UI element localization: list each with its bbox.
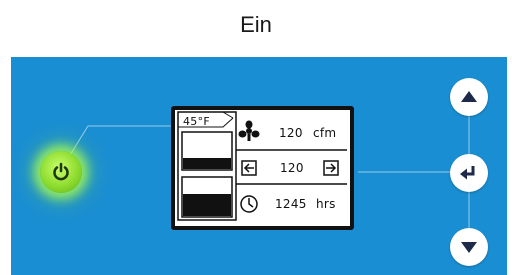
- airflow-value: 120: [279, 126, 303, 140]
- hours-value: 1245: [275, 197, 307, 211]
- arrow-up-icon: [461, 91, 477, 102]
- down-button[interactable]: [450, 228, 488, 266]
- power-button[interactable]: [40, 151, 82, 193]
- airflow-unit: cfm: [313, 126, 337, 140]
- clock-icon: [240, 195, 258, 213]
- fan-icon: [238, 120, 260, 141]
- hours-unit: hrs: [316, 197, 336, 211]
- enter-button[interactable]: [450, 154, 488, 192]
- power-icon: [53, 162, 69, 181]
- setting-value: 120: [280, 161, 304, 175]
- temperature-readout: 45°F: [183, 115, 211, 128]
- arrow-down-icon: [461, 242, 477, 253]
- page-title: Ein: [240, 12, 272, 37]
- enter-icon: [460, 166, 475, 180]
- up-button[interactable]: [450, 78, 488, 116]
- increase-arrow-icon: [323, 160, 339, 176]
- decrease-arrow-icon: [241, 160, 257, 176]
- lcd-display: 45°F 120 cfm 120 1245 hrs: [171, 106, 354, 230]
